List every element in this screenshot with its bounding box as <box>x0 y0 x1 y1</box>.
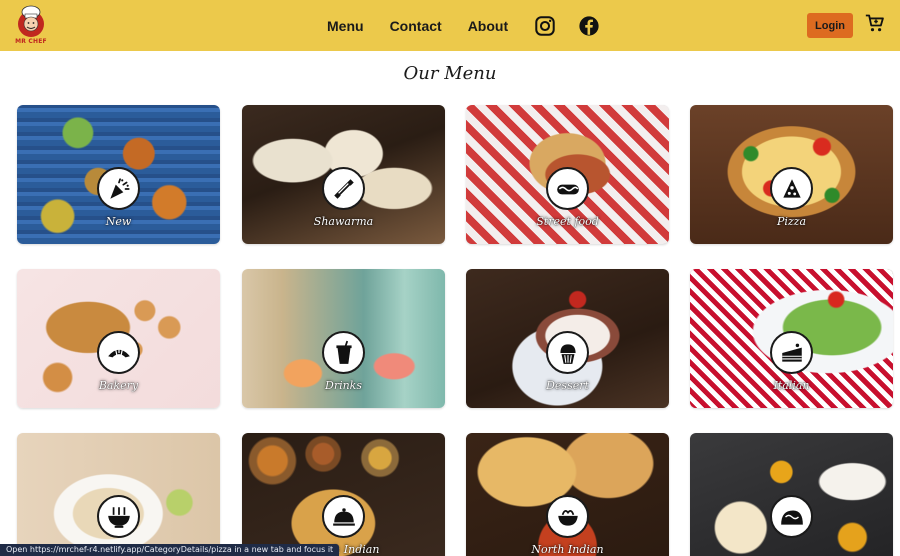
category-card-dessert[interactable]: Dessert <box>466 269 669 408</box>
browser-status-bar: Open https://mrchef-r4.netlify.app/Categ… <box>0 544 340 556</box>
category-label: Bakery <box>98 379 139 392</box>
pizza-slice-icon <box>782 178 801 198</box>
category-icon-badge <box>97 167 140 210</box>
category-card-pizza[interactable]: Pizza <box>690 105 893 244</box>
category-card-bakery[interactable]: Bakery <box>17 269 220 408</box>
category-label: Italian <box>773 379 810 392</box>
navbar: MR CHEF Menu Contact About Login <box>0 0 900 51</box>
nav-link-menu[interactable]: Menu <box>327 18 364 34</box>
chef-logo-icon <box>18 5 44 37</box>
drink-cup-icon <box>335 340 352 364</box>
cloche-icon <box>332 507 355 526</box>
category-card-drinks[interactable]: Drinks <box>242 269 445 408</box>
category-icon-badge <box>546 495 589 538</box>
category-icon-badge <box>770 495 813 538</box>
taco-icon <box>780 510 803 525</box>
curry-bowl-icon <box>557 509 578 526</box>
category-card-street-food[interactable]: Street food <box>466 105 669 244</box>
nav-link-about[interactable]: About <box>468 18 508 34</box>
party-popper-icon <box>109 177 130 199</box>
category-card-mexican[interactable] <box>690 433 893 556</box>
category-label: Dessert <box>546 379 589 392</box>
brand-logo[interactable]: MR CHEF <box>15 5 47 47</box>
ramen-bowl-icon <box>107 506 130 528</box>
category-label: New <box>105 215 132 228</box>
category-card-new[interactable]: New <box>17 105 220 244</box>
brand-logo-text: MR CHEF <box>15 38 47 45</box>
category-icon-badge <box>322 331 365 374</box>
login-button[interactable]: Login <box>807 13 853 38</box>
category-card-north-indian[interactable]: North Indian <box>466 433 669 556</box>
category-label: Shawarma <box>313 215 374 228</box>
category-label: North Indian <box>531 543 604 556</box>
category-label: Street food <box>536 215 599 228</box>
category-card-shawarma[interactable]: Shawarma <box>242 105 445 244</box>
cupcake-icon <box>559 343 576 364</box>
hotdog-icon <box>556 184 579 194</box>
category-icon-badge <box>770 331 813 374</box>
category-card-south-indian[interactable]: South Indian <box>242 433 445 556</box>
instagram-icon[interactable] <box>534 15 556 37</box>
page-title: Our Menu <box>403 63 497 84</box>
category-icon-badge <box>546 331 589 374</box>
facebook-icon[interactable] <box>578 15 600 37</box>
croissant-icon <box>107 347 130 357</box>
category-label: Pizza <box>776 215 807 228</box>
category-icon-badge <box>97 495 140 538</box>
category-icon-badge <box>97 331 140 374</box>
category-icon-badge <box>546 167 589 210</box>
category-label: Drinks <box>325 379 362 392</box>
nav-link-contact[interactable]: Contact <box>390 18 442 34</box>
category-icon-badge <box>322 167 365 210</box>
category-card-ramen[interactable] <box>17 433 220 556</box>
cake-slice-icon <box>781 343 802 362</box>
shawarma-icon <box>333 178 354 199</box>
cart-icon[interactable] <box>865 13 885 33</box>
nav-links: Menu Contact About <box>327 0 622 51</box>
category-card-italian[interactable]: Italian <box>690 269 893 408</box>
category-icon-badge <box>770 167 813 210</box>
category-icon-badge <box>322 495 365 538</box>
